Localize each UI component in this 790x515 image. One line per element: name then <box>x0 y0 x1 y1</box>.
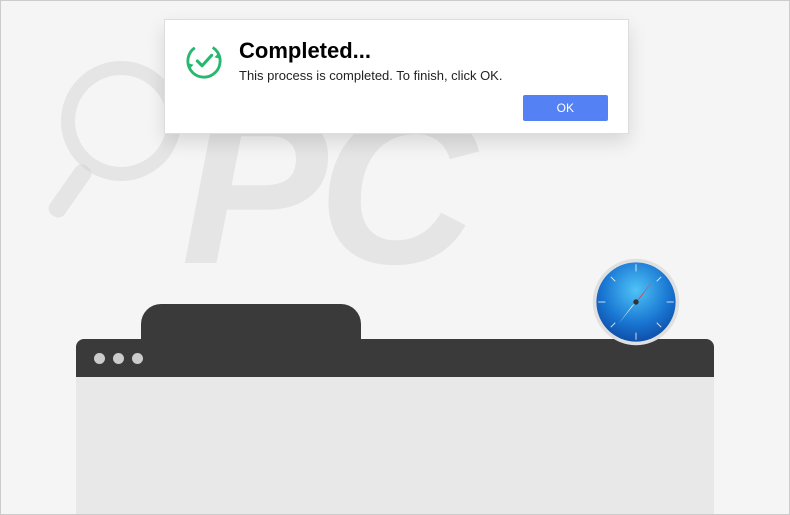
dialog-message: This process is completed. To finish, cl… <box>239 68 608 83</box>
safari-icon <box>591 257 681 347</box>
dialog-title: Completed... <box>239 38 608 64</box>
browser-tab <box>141 304 361 344</box>
checkmark-refresh-icon <box>185 42 223 80</box>
dialog-content: Completed... This process is completed. … <box>239 38 608 121</box>
dialog-actions: OK <box>239 95 608 121</box>
traffic-light-close-icon <box>94 353 105 364</box>
traffic-light-maximize-icon <box>132 353 143 364</box>
traffic-light-minimize-icon <box>113 353 124 364</box>
completed-dialog: Completed... This process is completed. … <box>164 19 629 134</box>
ok-button[interactable]: OK <box>523 95 608 121</box>
browser-content-area <box>76 377 714 514</box>
